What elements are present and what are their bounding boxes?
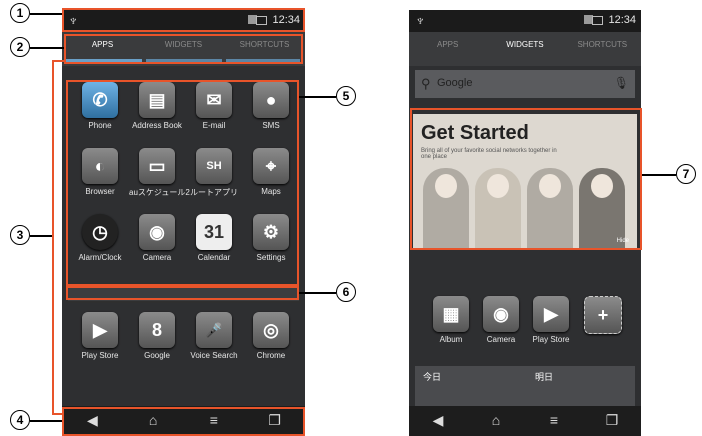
callout-7-line bbox=[642, 174, 676, 176]
google-search-bar[interactable]: ⚲ Google 🎙 bbox=[415, 70, 635, 98]
play-store-icon: ▶ bbox=[82, 312, 118, 348]
callout-6: 6 bbox=[336, 282, 356, 302]
highlight-status-bar bbox=[62, 8, 305, 32]
weather-tomorrow: 明日 bbox=[535, 372, 554, 382]
status-bar: ♆ 12:34 bbox=[409, 10, 641, 32]
callout-7: 7 bbox=[676, 164, 696, 184]
antenna-icon: ♆ bbox=[415, 12, 426, 28]
app-chrome[interactable]: ◎ Chrome bbox=[243, 312, 299, 360]
tab-widgets[interactable]: WIDGETS bbox=[486, 40, 563, 49]
tab-shortcuts[interactable]: SHORTCUTS bbox=[564, 40, 641, 49]
callout-5-line bbox=[299, 96, 336, 98]
menu-icon[interactable]: ≡ bbox=[525, 412, 583, 428]
callout-1-line bbox=[30, 13, 62, 15]
callout-2: 2 bbox=[10, 37, 30, 57]
weather-widget[interactable]: 今日 明日 bbox=[415, 366, 635, 406]
album-icon: ▦ bbox=[433, 296, 469, 332]
search-input[interactable]: Google bbox=[437, 77, 472, 89]
clock: 12:34 bbox=[608, 14, 636, 26]
play-store-icon: ▶ bbox=[533, 296, 569, 332]
callout-5: 5 bbox=[336, 86, 356, 106]
callout-3: 3 bbox=[10, 225, 30, 245]
highlight-page-bar bbox=[66, 284, 299, 300]
recent-apps-icon[interactable]: ❐ bbox=[583, 412, 641, 429]
callout-4-line bbox=[30, 420, 62, 422]
callout-3-line bbox=[30, 235, 52, 237]
app-google[interactable]: 8 Google bbox=[129, 312, 185, 360]
microphone-icon[interactable]: 🎙 bbox=[614, 76, 629, 90]
microphone-icon: 🎤 bbox=[196, 312, 232, 348]
widget-album[interactable]: ▦ Album bbox=[423, 296, 479, 344]
callout-6-line bbox=[299, 292, 336, 294]
plus-icon: + bbox=[584, 296, 622, 334]
tab-bar: APPS WIDGETS SHORTCUTS bbox=[409, 32, 641, 66]
widget-camera[interactable]: ◉ Camera bbox=[473, 296, 529, 344]
search-icon: ⚲ bbox=[421, 76, 431, 91]
tab-apps[interactable]: APPS bbox=[409, 40, 486, 49]
home-icon[interactable]: ⌂ bbox=[467, 412, 525, 428]
navigation-bar: ◀ ⌂ ≡ ❐ bbox=[409, 406, 641, 436]
highlight-widget-preview bbox=[410, 108, 642, 250]
add-widget-button[interactable]: + bbox=[575, 296, 631, 334]
callout-1: 1 bbox=[10, 3, 30, 23]
app-voice-search[interactable]: 🎤 Voice Search bbox=[186, 312, 242, 360]
dock-widget: ▦ Album ◉ Camera ▶ Play Store + bbox=[423, 296, 633, 360]
highlight-app-grid bbox=[66, 80, 299, 288]
highlight-tab-bar bbox=[64, 34, 303, 64]
highlight-nav-bar bbox=[62, 407, 305, 436]
highlight-scroll-area bbox=[52, 60, 64, 415]
app-play-store[interactable]: ▶ Play Store bbox=[72, 312, 128, 360]
weather-today: 今日 bbox=[423, 372, 442, 382]
google-icon: 8 bbox=[139, 312, 175, 348]
callout-2-line bbox=[30, 47, 64, 49]
widget-play-store[interactable]: ▶ Play Store bbox=[523, 296, 579, 344]
camera-icon: ◉ bbox=[483, 296, 519, 332]
battery-icon bbox=[592, 16, 603, 25]
back-icon[interactable]: ◀ bbox=[409, 412, 467, 429]
callout-4: 4 bbox=[10, 410, 30, 430]
chrome-icon: ◎ bbox=[253, 312, 289, 348]
